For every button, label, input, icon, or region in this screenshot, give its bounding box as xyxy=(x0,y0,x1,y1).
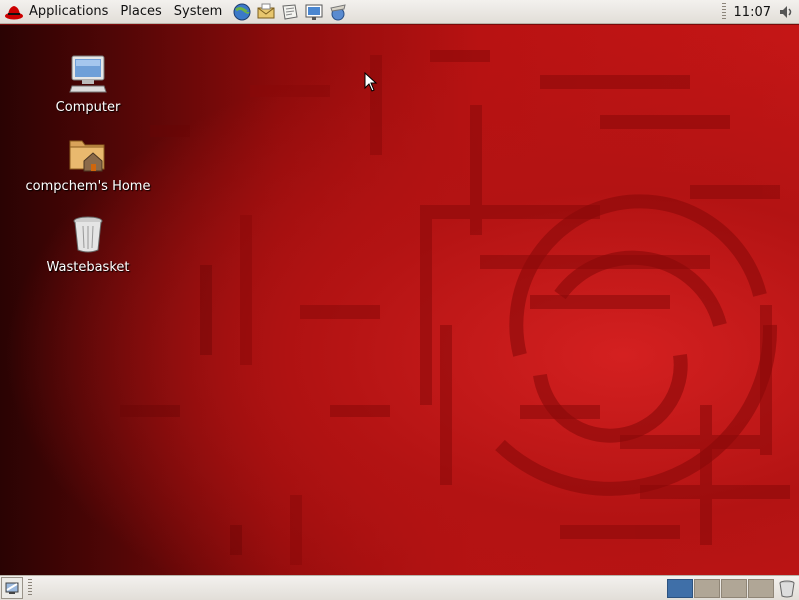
desktop[interactable]: Computer compchem's Home Wastebasket xyxy=(0,25,799,575)
trash-applet-icon[interactable] xyxy=(778,579,796,598)
network-launcher[interactable] xyxy=(328,2,348,22)
desktop-icon-label: Computer xyxy=(55,100,121,115)
workspace-1[interactable] xyxy=(667,579,693,598)
presentation-launcher[interactable] xyxy=(304,2,324,22)
web-browser-icon xyxy=(233,3,251,20)
places-menu-label: Places xyxy=(120,4,162,19)
workspace-4[interactable] xyxy=(748,579,774,598)
system-menu-label: System xyxy=(173,4,223,19)
top-panel: Applications Places System 11:07 xyxy=(0,0,799,24)
desktop-icon-label: compchem's Home xyxy=(25,179,151,194)
applications-menu-label: Applications xyxy=(29,4,109,19)
redhat-icon xyxy=(5,5,23,19)
desktop-icon-computer[interactable]: Computer xyxy=(13,52,163,115)
wastebasket-icon xyxy=(73,216,103,253)
computer-icon xyxy=(69,55,107,93)
clock[interactable]: 11:07 xyxy=(734,5,771,20)
show-desktop-button[interactable] xyxy=(1,577,23,599)
email-launcher[interactable] xyxy=(256,2,276,22)
show-desktop-icon xyxy=(5,582,19,594)
launcher-area xyxy=(232,2,348,22)
home-folder-icon xyxy=(69,140,105,172)
panel-grip[interactable] xyxy=(721,3,726,21)
text-editor-launcher[interactable] xyxy=(280,2,300,22)
notification-area: 11:07 xyxy=(721,0,799,24)
desktop-icon-wastebasket[interactable]: Wastebasket xyxy=(13,212,163,275)
applications-menu[interactable]: Applications xyxy=(0,0,114,24)
volume-icon[interactable] xyxy=(777,3,795,21)
text-editor-icon xyxy=(282,3,298,20)
workspace-3[interactable] xyxy=(721,579,747,598)
workspace-2[interactable] xyxy=(694,579,720,598)
web-browser-launcher[interactable] xyxy=(232,2,252,22)
panel-grip[interactable] xyxy=(28,579,32,597)
desktop-icon-label: Wastebasket xyxy=(46,260,130,275)
email-icon xyxy=(257,3,275,18)
mouse-cursor-icon xyxy=(364,72,378,92)
network-icon xyxy=(330,3,346,20)
presentation-icon xyxy=(305,4,323,20)
desktop-icon-home[interactable]: compchem's Home xyxy=(13,131,163,194)
system-menu[interactable]: System xyxy=(168,0,228,24)
places-menu[interactable]: Places xyxy=(114,0,167,24)
workspace-switcher xyxy=(667,579,774,598)
bottom-panel xyxy=(0,575,799,600)
